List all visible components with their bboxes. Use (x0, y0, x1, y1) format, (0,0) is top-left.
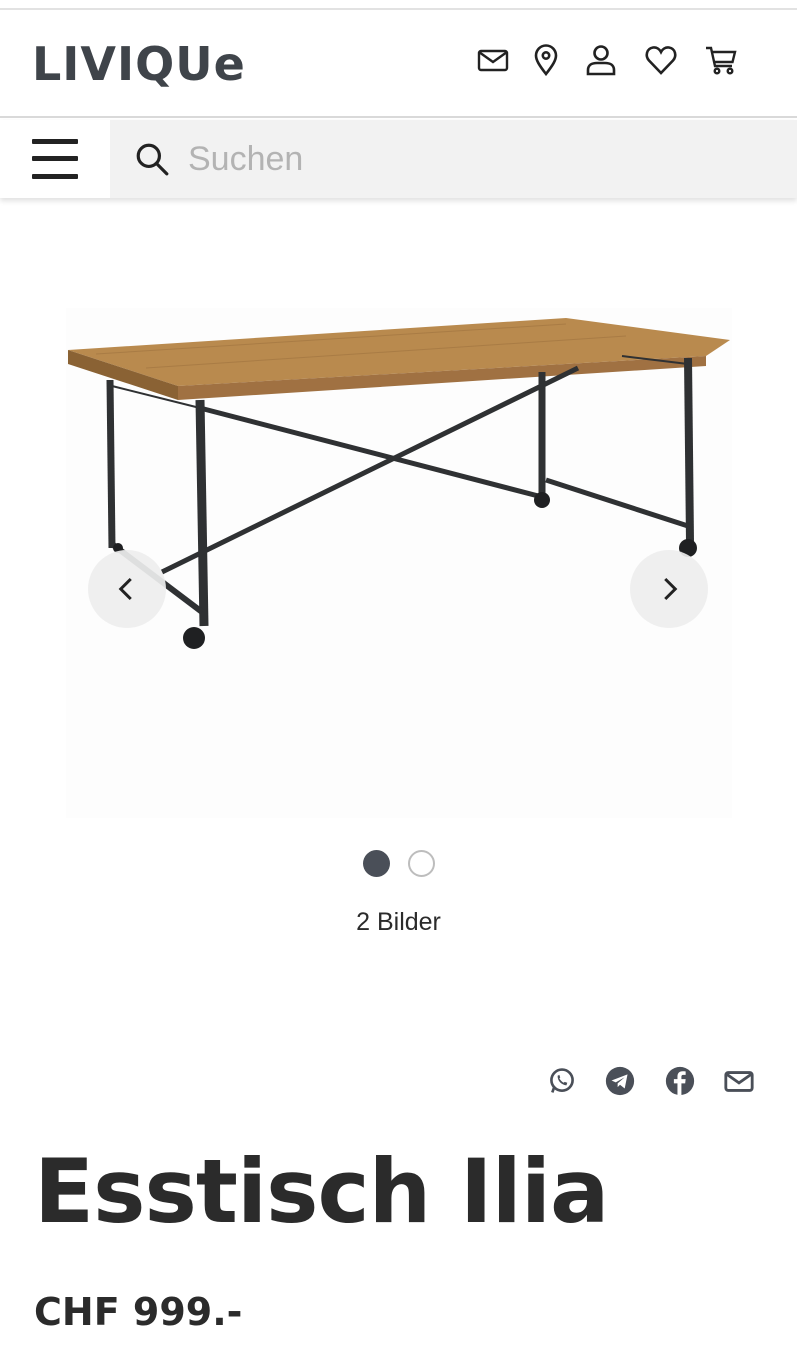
chevron-left-icon (118, 577, 132, 601)
cart-icon[interactable] (701, 40, 741, 80)
heart-icon[interactable] (641, 40, 681, 80)
nav-bar (0, 120, 797, 198)
next-image-button[interactable] (630, 550, 708, 628)
telegram-icon[interactable] (603, 1064, 637, 1098)
product-price: CHF 999.- (34, 1290, 243, 1334)
mail-icon[interactable] (473, 40, 513, 80)
prev-image-button[interactable] (88, 550, 166, 628)
whatsapp-icon[interactable] (545, 1064, 579, 1098)
hamburger-icon (32, 139, 78, 179)
product-gallery (0, 198, 797, 838)
search-input[interactable] (188, 129, 748, 189)
facebook-icon[interactable] (663, 1064, 697, 1098)
user-icon[interactable] (581, 40, 621, 80)
chevron-right-icon (664, 577, 678, 601)
menu-button[interactable] (0, 120, 110, 198)
site-header: LIVIQUe (0, 10, 797, 118)
gallery-dot-2[interactable] (407, 850, 435, 877)
search-icon[interactable] (132, 139, 172, 179)
search-bar (110, 120, 797, 198)
brand-logo[interactable]: LIVIQUe (32, 36, 246, 92)
image-count: 2 Bilder (356, 908, 441, 936)
gallery-dot-1[interactable] (362, 850, 390, 877)
product-image[interactable] (66, 308, 732, 818)
gallery-pagination (0, 850, 797, 877)
location-pin-icon[interactable] (526, 40, 566, 80)
email-icon[interactable] (722, 1064, 756, 1098)
product-title: Esstisch Ilia (34, 1140, 609, 1243)
